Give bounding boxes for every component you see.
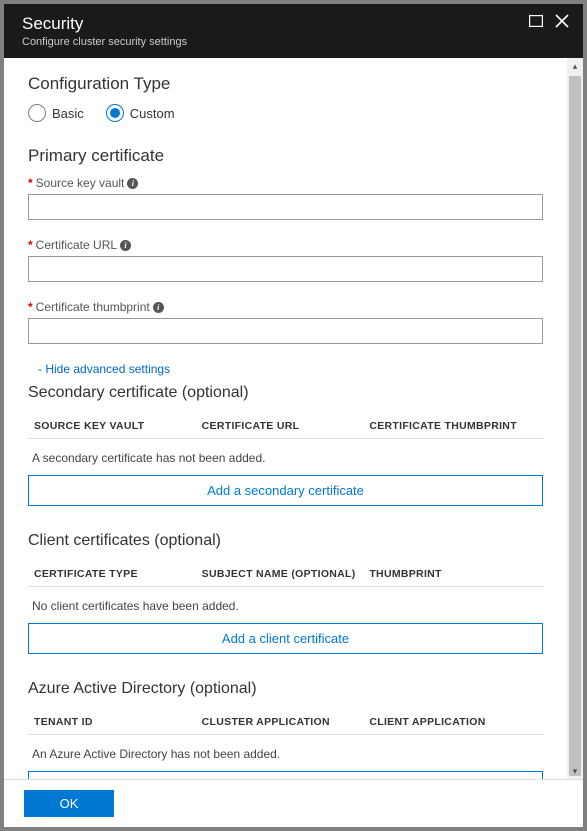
security-blade: Security Configure cluster security sett… [4,4,583,827]
source-key-vault-label: Source key vault [36,176,125,190]
source-key-vault-field: * Source key vault i [28,176,543,220]
required-marker: * [28,238,33,252]
radio-basic[interactable]: Basic [28,104,84,122]
col-header: CERTIFICATE URL [202,420,370,432]
maximize-icon[interactable] [529,15,543,27]
blade-subtitle: Configure cluster security settings [22,36,187,48]
add-secondary-certificate-button[interactable]: Add a secondary certificate [28,475,543,506]
primary-cert-title: Primary certificate [28,146,543,166]
radio-custom-label: Custom [130,106,175,121]
required-marker: * [28,176,33,190]
config-type-title: Configuration Type [28,74,543,94]
certificate-thumbprint-input[interactable] [28,318,543,344]
certificate-thumbprint-field: * Certificate thumbprint i [28,300,543,344]
aad-table-head: TENANT ID CLUSTER APPLICATION CLIENT APP… [28,710,543,734]
col-header: TENANT ID [34,716,202,728]
scrollbar-thumb[interactable] [569,76,581,776]
close-icon[interactable] [555,14,569,28]
certificate-url-input[interactable] [28,256,543,282]
client-cert-title: Client certificates (optional) [28,532,543,550]
secondary-empty-msg: A secondary certificate has not been add… [28,439,543,475]
vertical-scrollbar[interactable]: ▴ ▾ [567,58,583,779]
col-header: CLIENT APPLICATION [369,716,537,728]
client-table-head: CERTIFICATE TYPE SUBJECT NAME (OPTIONAL)… [28,562,543,586]
blade-header: Security Configure cluster security sett… [4,4,583,58]
col-header: CLUSTER APPLICATION [202,716,370,728]
info-icon[interactable]: i [127,178,138,189]
blade-body: Configuration Type Basic Custom Primary … [4,58,567,779]
scroll-up-icon[interactable]: ▴ [567,58,583,74]
info-icon[interactable]: i [153,302,164,313]
blade-footer: OK [4,779,583,827]
col-header: CERTIFICATE TYPE [34,568,202,580]
col-header: SOURCE KEY VAULT [34,420,202,432]
aad-empty-msg: An Azure Active Directory has not been a… [28,735,543,771]
ok-button[interactable]: OK [24,790,114,817]
blade-header-text: Security Configure cluster security sett… [22,14,187,48]
client-empty-msg: No client certificates have been added. [28,587,543,623]
secondary-cert-title: Secondary certificate (optional) [28,384,543,402]
secondary-table-head: SOURCE KEY VAULT CERTIFICATE URL CERTIFI… [28,414,543,438]
scroll-down-icon[interactable]: ▾ [567,763,583,779]
certificate-thumbprint-label: Certificate thumbprint [36,300,150,314]
config-type-radios: Basic Custom [28,104,543,122]
aad-title: Azure Active Directory (optional) [28,680,543,698]
hide-advanced-link[interactable]: - Hide advanced settings [38,362,543,376]
source-key-vault-input[interactable] [28,194,543,220]
col-header: CERTIFICATE THUMBPRINT [369,420,537,432]
radio-basic-label: Basic [52,106,84,121]
required-marker: * [28,300,33,314]
radio-custom[interactable]: Custom [106,104,175,122]
blade-title: Security [22,14,187,34]
blade-header-controls [529,14,569,28]
add-aad-button[interactable]: Add an Azure Active Directory [28,771,543,779]
add-client-certificate-button[interactable]: Add a client certificate [28,623,543,654]
col-header: SUBJECT NAME (OPTIONAL) [202,568,370,580]
certificate-url-label: Certificate URL [36,238,117,252]
certificate-url-field: * Certificate URL i [28,238,543,282]
info-icon[interactable]: i [120,240,131,251]
col-header: THUMBPRINT [369,568,537,580]
